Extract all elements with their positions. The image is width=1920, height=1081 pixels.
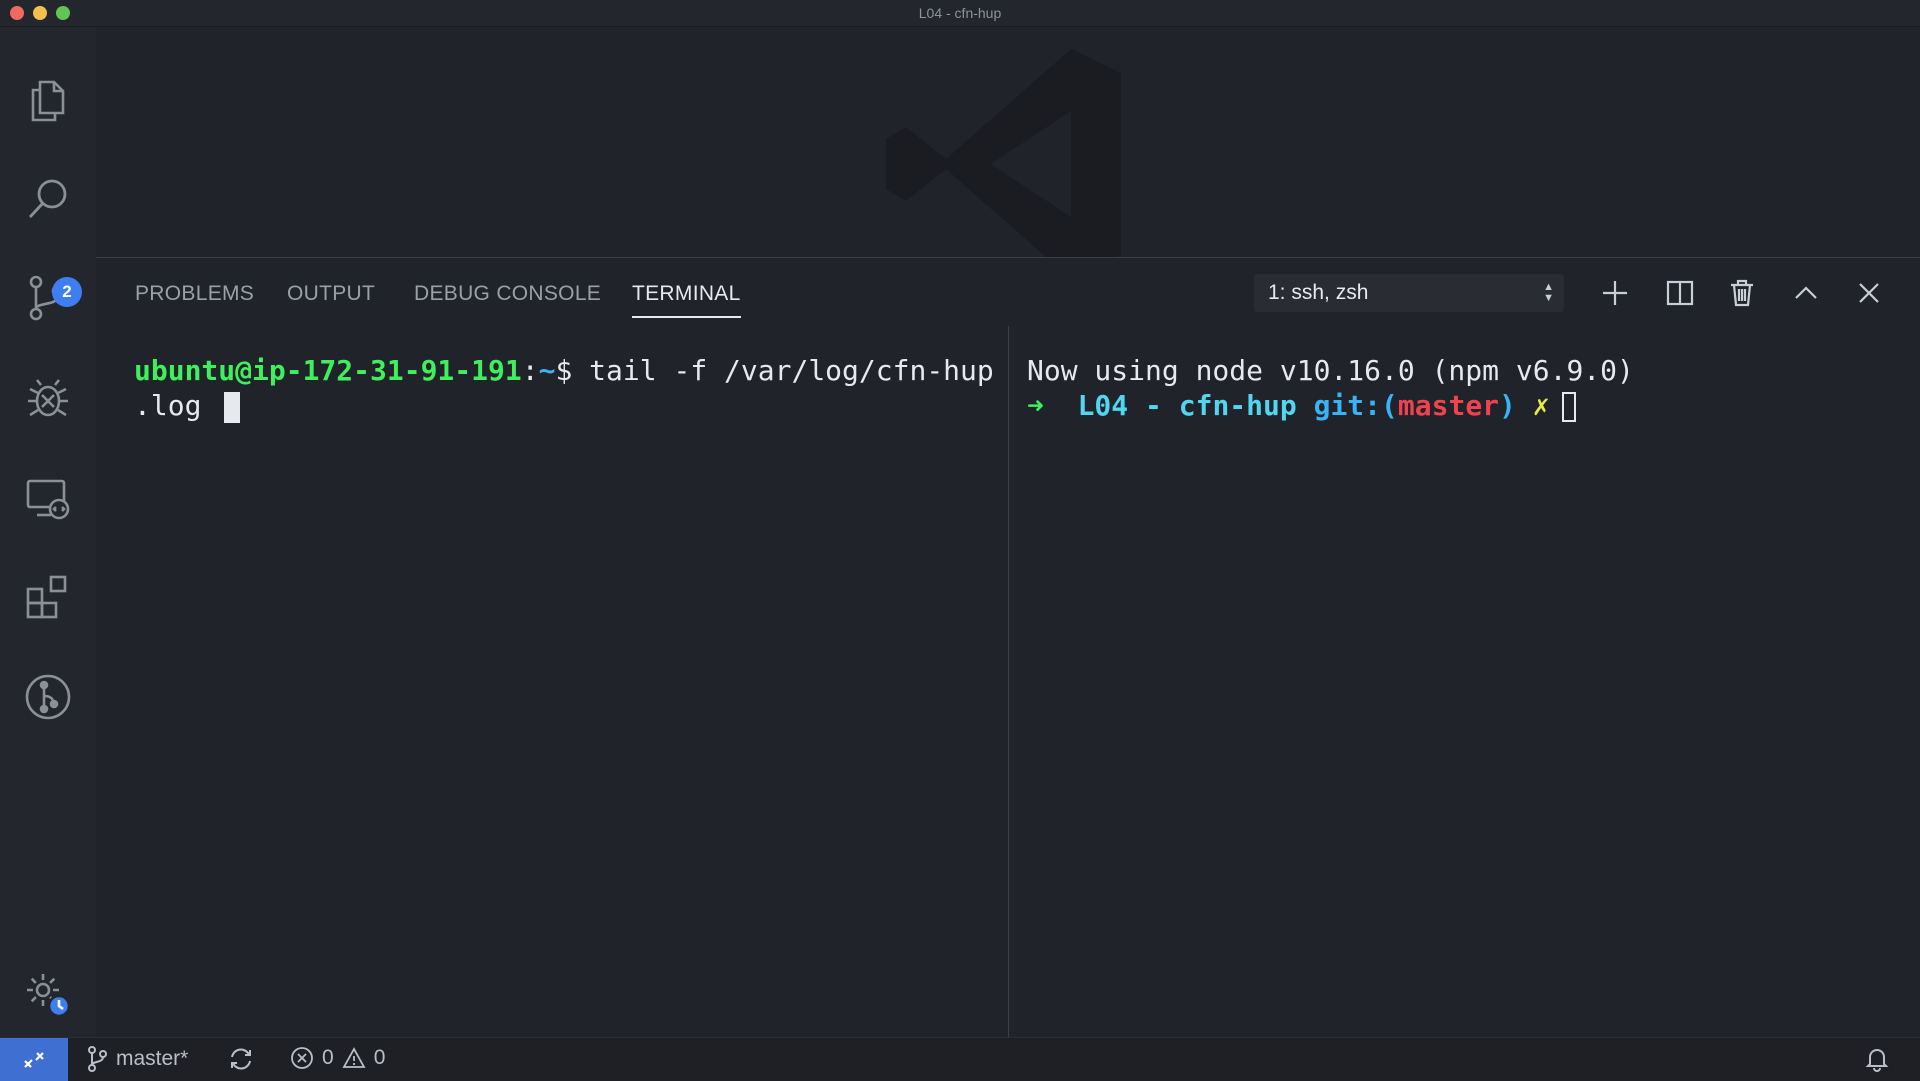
branch-indicator[interactable]: master* (86, 1046, 188, 1072)
vscode-logo-watermark (886, 49, 1121, 279)
branch-name: master* (116, 1047, 189, 1070)
prompt-user-host: ubuntu@ip-172-31-91-191 (134, 354, 522, 387)
warning-count: 0 (373, 1046, 386, 1069)
title-bar: L04 - cfn-hup (0, 0, 1920, 27)
search-icon (28, 179, 67, 218)
status-bar: master* 0 0 (0, 1037, 1920, 1081)
git-graph-icon (25, 674, 71, 720)
terminal-select[interactable]: 1: ssh, zsh ▲ ▼ (1254, 274, 1564, 312)
command-text: tail -f /var/log/cfn-hup (589, 354, 994, 387)
window-title: L04 - cfn-hup (918, 5, 1002, 21)
maximize-panel-button[interactable] (1789, 276, 1823, 310)
bottom-panel: PROBLEMS OUTPUT DEBUG CONSOLE TERMINAL 1… (96, 257, 1920, 1038)
extensions-button[interactable] (18, 567, 78, 627)
git-branch-icon (88, 1046, 107, 1072)
terminal-cursor (224, 391, 241, 423)
gear-clock-icon (27, 974, 71, 1018)
tab-output[interactable]: OUTPUT (287, 282, 375, 316)
kill-terminal-button[interactable] (1725, 276, 1759, 310)
notifications-button[interactable] (1864, 1046, 1890, 1072)
sync-button[interactable] (228, 1046, 254, 1072)
terminal-right[interactable]: Now using node v10.16.0 (npm v6.9.0) ➜ L… (1027, 353, 1907, 423)
new-terminal-button[interactable] (1598, 276, 1632, 310)
warning-icon (342, 1047, 366, 1068)
activity-bar: 2 (0, 27, 96, 1037)
terminal-select-value: 1: ssh, zsh (1268, 281, 1369, 304)
prompt-colon: : (521, 354, 539, 387)
debug-icon (28, 379, 68, 417)
command-text-continued: .log (134, 389, 219, 422)
git-suffix: ) (1499, 389, 1516, 422)
terminal-left[interactable]: ubuntu@ip-172-31-91-191:~$ tail -f /var/… (134, 353, 1014, 423)
error-count: 0 (322, 1046, 334, 1069)
manage-button[interactable] (18, 965, 78, 1025)
close-panel-button[interactable] (1852, 276, 1886, 310)
git-dirty-mark: ✗ (1532, 389, 1550, 422)
remote-icon (24, 1051, 44, 1068)
close-icon (1859, 283, 1879, 303)
prompt-path: ~ (538, 354, 556, 387)
git-prefix: git:( (1313, 389, 1398, 422)
terminal-left-line-1: ubuntu@ip-172-31-91-191:~$ tail -f /var/… (134, 353, 1014, 388)
problems-indicator[interactable]: 0 0 (290, 1046, 385, 1070)
prompt-dir: L04 - cfn-hup (1077, 389, 1297, 422)
tab-problems[interactable]: PROBLEMS (135, 282, 254, 316)
panel-tabs: PROBLEMS OUTPUT DEBUG CONSOLE TERMINAL 1… (96, 258, 1920, 328)
debug-button[interactable] (18, 368, 78, 428)
tab-debug-console[interactable]: DEBUG CONSOLE (414, 282, 601, 316)
explorer-button[interactable] (18, 71, 78, 131)
bell-icon (1865, 1049, 1889, 1072)
editor-area (96, 27, 1920, 279)
git-graph-button[interactable] (18, 667, 78, 727)
prompt-symbol: $ (555, 354, 590, 387)
extensions-icon (26, 575, 67, 619)
terminal-right-line-1: Now using node v10.16.0 (npm v6.9.0) (1027, 354, 1634, 387)
files-icon (31, 80, 65, 122)
remote-indicator-button[interactable] (0, 1038, 68, 1081)
split-icon (1666, 280, 1694, 306)
remote-explorer-button[interactable] (18, 468, 78, 528)
source-control-badge: 2 (52, 277, 82, 307)
error-icon (291, 1047, 313, 1069)
trash-icon (1731, 279, 1753, 307)
chevron-up-icon (1795, 286, 1817, 299)
terminal-split-divider[interactable] (1008, 326, 1009, 1038)
remote-explorer-icon (26, 479, 70, 520)
plus-icon (1603, 281, 1627, 305)
select-arrows-icon: ▲ ▼ (1543, 281, 1554, 304)
prompt-arrow: ➜ (1027, 389, 1044, 422)
tab-terminal[interactable]: TERMINAL (632, 282, 741, 318)
git-branch: master (1397, 389, 1500, 422)
terminal-left-line-2: .log (134, 388, 1014, 423)
terminal-right-line-2: ➜ L04 - cfn-hup git:(master) ✗ (1027, 388, 1907, 423)
sync-icon (231, 1048, 251, 1070)
split-terminal-button[interactable] (1663, 276, 1697, 310)
search-button[interactable] (18, 169, 78, 229)
terminal-cursor-inactive (1561, 392, 1576, 422)
